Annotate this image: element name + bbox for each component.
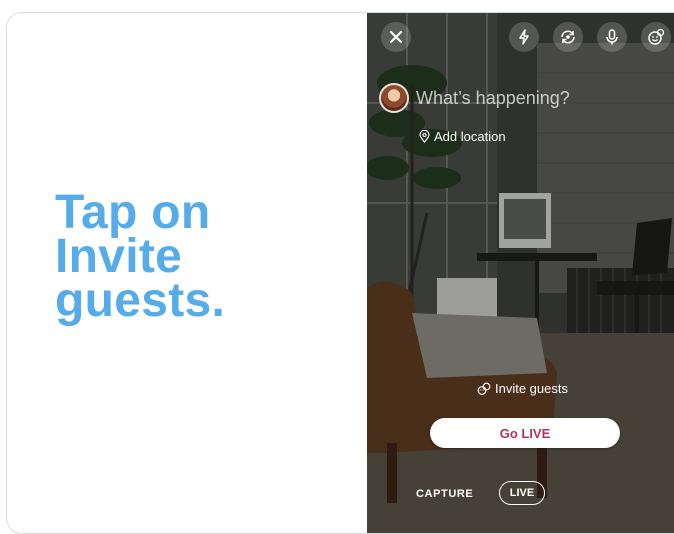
headline-line-3: guests. xyxy=(55,274,226,327)
invite-guests-button[interactable]: Invite guests xyxy=(477,381,568,396)
add-location-label: Add location xyxy=(434,129,506,144)
microphone-icon xyxy=(606,29,618,45)
headline-line-1: Tap on xyxy=(55,186,211,239)
camera-preview: What’s happening? Add location Invite gu… xyxy=(367,13,674,533)
flash-icon xyxy=(519,29,529,45)
emoji-button[interactable] xyxy=(641,22,671,52)
close-icon xyxy=(389,30,403,44)
add-location-button[interactable]: Add location xyxy=(419,129,506,144)
invite-guests-icon xyxy=(477,382,491,395)
invite-guests-label: Invite guests xyxy=(495,381,568,396)
headline-line-2: Invite xyxy=(55,230,183,283)
instruction-panel: Tap on Invite guests. xyxy=(7,13,367,533)
emoji-icon xyxy=(648,28,665,45)
instruction-headline: Tap on Invite guests. xyxy=(55,186,355,327)
flash-button[interactable] xyxy=(509,22,539,52)
tweet-media-card: Tap on Invite guests. What’s happening? … xyxy=(6,12,674,534)
mode-capture-tab[interactable]: CAPTURE xyxy=(416,488,473,500)
flip-camera-icon xyxy=(561,30,575,44)
avatar xyxy=(379,83,409,113)
live-composer[interactable]: What’s happening? xyxy=(379,83,570,113)
flip-camera-button[interactable] xyxy=(553,22,583,52)
location-pin-icon xyxy=(419,130,430,143)
composer-placeholder[interactable]: What’s happening? xyxy=(416,88,570,109)
go-live-button[interactable]: Go LIVE xyxy=(430,418,620,448)
close-button[interactable] xyxy=(381,22,411,52)
microphone-button[interactable] xyxy=(597,22,627,52)
mode-live-tab[interactable]: LIVE xyxy=(499,481,545,505)
